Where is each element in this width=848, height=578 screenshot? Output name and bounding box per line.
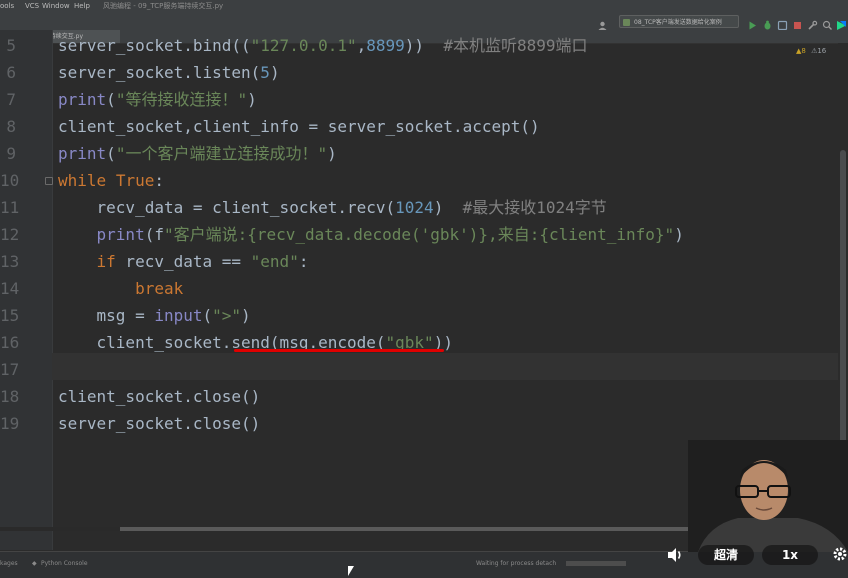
line-number: 10 xyxy=(0,171,20,190)
line-number: 14 xyxy=(0,279,20,298)
line-number: 7 xyxy=(6,90,16,109)
menu-tools[interactable]: ools xyxy=(0,0,14,13)
speed-button[interactable]: 1x xyxy=(762,545,818,565)
code-line: server_socket.bind(("127.0.0.1",8899)) #… xyxy=(58,36,588,55)
user-icon[interactable] xyxy=(597,16,608,30)
line-number: 16 xyxy=(0,333,20,352)
line-number: 12 xyxy=(0,225,20,244)
line-number: 8 xyxy=(6,117,16,136)
debug-icon[interactable] xyxy=(762,16,773,30)
python-console-tab[interactable]: Python Console xyxy=(41,560,88,567)
line-number: 11 xyxy=(0,198,20,217)
line-number: 9 xyxy=(6,144,16,163)
search-icon[interactable] xyxy=(822,16,833,30)
menu-vcs[interactable]: VCS xyxy=(25,0,39,13)
menu-window[interactable]: Window xyxy=(42,0,70,13)
code-line: msg = input(">") xyxy=(58,306,251,325)
volume-control[interactable] xyxy=(666,546,684,564)
code-line: server_socket.close() xyxy=(58,414,261,433)
red-annotation-underline xyxy=(234,349,444,352)
run-icon[interactable] xyxy=(747,16,758,30)
line-number: 15 xyxy=(0,306,20,325)
run-config-label: 08_TCP客户端发送数据给化案例 xyxy=(634,19,722,26)
jetbrains-logo-icon xyxy=(836,16,847,30)
code-line: recv_data = client_socket.recv(1024) #最大… xyxy=(58,198,607,217)
fold-marker-icon[interactable] xyxy=(45,177,53,185)
code-line: while True: xyxy=(58,171,164,190)
line-number: 13 xyxy=(0,252,20,271)
python-config-icon xyxy=(623,19,630,26)
code-line: if recv_data == "end": xyxy=(96,252,309,271)
status-message: Waiting for process detach xyxy=(476,560,557,567)
packages-tab[interactable]: kages xyxy=(0,560,18,567)
gear-icon xyxy=(833,547,847,561)
code-line: print(f"客户端说:{recv_data.decode('gbk')},来… xyxy=(96,225,684,244)
coverage-icon[interactable] xyxy=(777,16,788,31)
line-number: 19 xyxy=(0,414,20,433)
stop-icon[interactable] xyxy=(792,16,803,29)
code-line: break xyxy=(135,279,184,298)
line-number: 5 xyxy=(6,36,16,55)
code-line: server_socket.listen(5) xyxy=(58,63,280,82)
speaker-icon xyxy=(668,548,681,562)
line-number: 18 xyxy=(0,387,20,406)
quality-button[interactable]: 超清 xyxy=(698,545,754,565)
presenter-icon xyxy=(688,440,848,552)
code-line: client_socket.send(msg.encode("gbk")) xyxy=(58,333,453,352)
vertical-scrollbar-thumb[interactable] xyxy=(840,150,846,480)
run-configuration-select[interactable]: 08_TCP客户端发送数据给化案例 xyxy=(619,15,739,28)
wrench-icon[interactable] xyxy=(807,16,818,30)
code-line: print("等待接收连接！") xyxy=(58,90,257,109)
status-progress-bar xyxy=(566,561,626,566)
mouse-cursor-icon xyxy=(348,566,354,576)
python-console-icon[interactable]: ◆ xyxy=(32,560,37,567)
code-line: client_socket.close() xyxy=(58,387,261,406)
line-number: 6 xyxy=(6,63,16,82)
window-title: 风驰编程 - 09_TCP服务端持续交互.py xyxy=(103,2,224,10)
code-line: client_socket,client_info = server_socke… xyxy=(58,117,540,136)
webcam-overlay xyxy=(688,440,848,552)
line-number: 17 xyxy=(0,360,20,379)
menu-help[interactable]: Help xyxy=(74,0,90,13)
menu-bar: ools VCS Window Help 风驰编程 - 09_TCP服务端持续交… xyxy=(0,0,848,13)
code-line: print("一个客户端建立连接成功！") xyxy=(58,144,337,163)
settings-button[interactable] xyxy=(832,546,848,562)
video-progress-played xyxy=(0,527,120,531)
